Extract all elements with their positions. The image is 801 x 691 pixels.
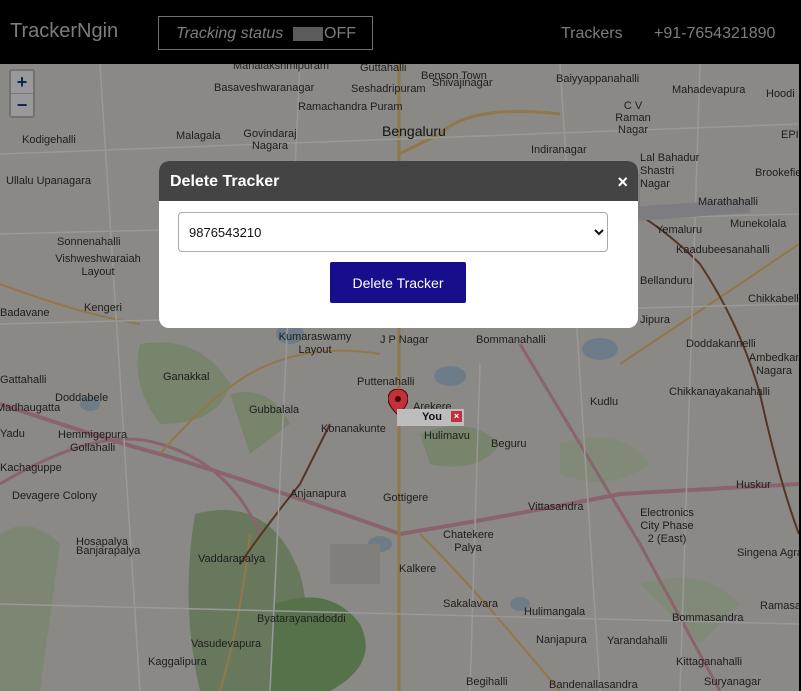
you-label-text: You [422,411,442,423]
modal-header: Delete Tracker × [159,161,638,201]
close-icon[interactable]: × [617,172,628,193]
delete-tracker-modal: Delete Tracker × 9876543210 Delete Track… [159,161,638,328]
modal-title: Delete Tracker [170,173,280,190]
close-icon[interactable]: × [451,411,462,422]
modal-backdrop[interactable] [0,0,801,691]
you-label: You × [397,409,464,426]
delete-tracker-button[interactable]: Delete Tracker [330,262,466,303]
tracker-select[interactable]: 9876543210 [178,212,608,252]
